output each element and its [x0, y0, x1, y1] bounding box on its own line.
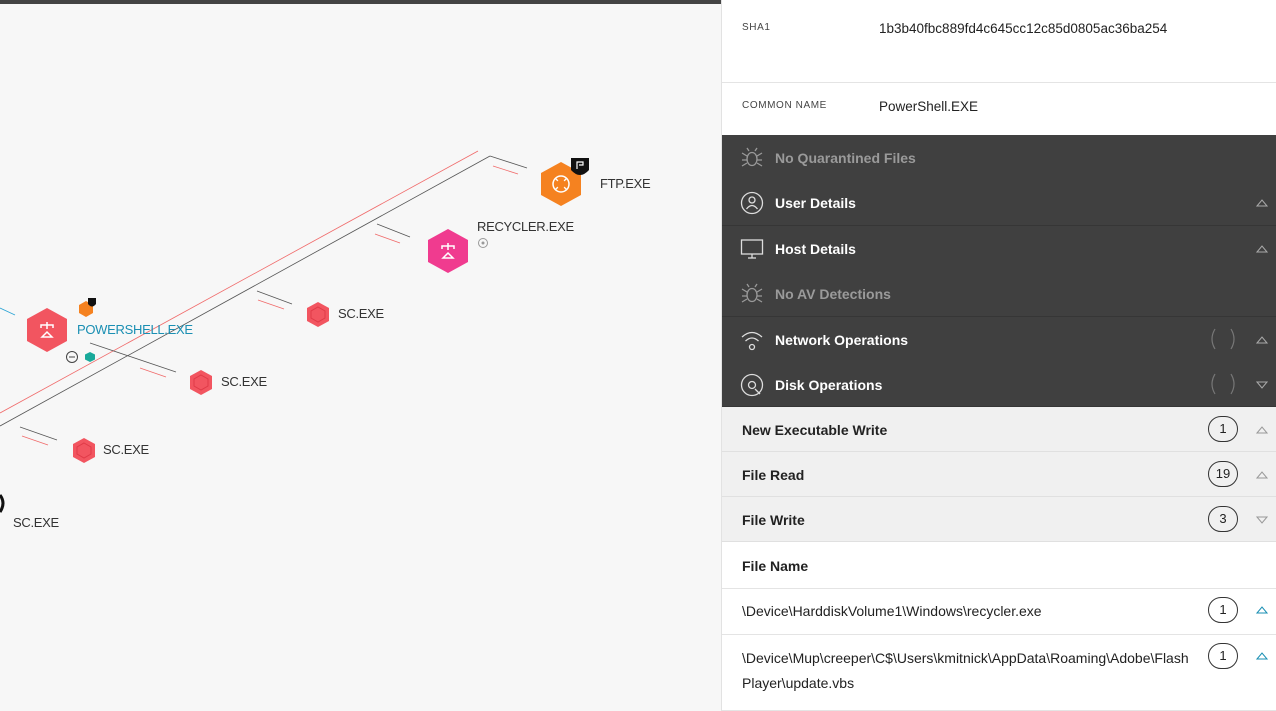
chevron-up-icon[interactable]: [1256, 470, 1268, 480]
disk-op-label: File Read: [742, 467, 805, 483]
count-badge: 3: [1208, 506, 1238, 532]
count-badge: 1: [1208, 643, 1238, 669]
edge-sc1-red: [257, 299, 285, 310]
loading-badge: [1211, 373, 1235, 395]
node-sc2: [190, 370, 212, 395]
user-icon: [740, 191, 764, 215]
sha1-value: 1b3b40fbc889fd4c645cc12c85d0805ac36ba254: [879, 21, 1168, 36]
chevron-up-icon[interactable]: [1256, 425, 1268, 435]
disk-op-file-write[interactable]: File Write 3: [722, 497, 1276, 542]
section-host-details[interactable]: Host Details: [722, 226, 1276, 272]
node-label-sc1[interactable]: SC.EXE: [338, 306, 384, 321]
section-disk-operations-label: Disk Operations: [775, 377, 883, 393]
file-path: \Device\Mup\creeper\C$\Users\kmitnick\Ap…: [742, 650, 1189, 691]
node-recycler: [428, 229, 488, 273]
sha1-row: SHA1 1b3b40fbc889fd4c645cc12c85d0805ac36…: [722, 0, 1276, 83]
loading-badge: [1211, 328, 1235, 350]
chevron-up-icon[interactable]: [1256, 198, 1268, 208]
chevron-up-icon[interactable]: [1256, 605, 1268, 615]
node-label-sc3[interactable]: SC.EXE: [103, 442, 149, 457]
file-name-column-header: File Name: [742, 558, 809, 574]
node-label-powershell[interactable]: POWERSHELL.EXE: [77, 322, 193, 337]
node-label-ftp[interactable]: FTP.EXE: [600, 176, 651, 191]
chevron-up-icon[interactable]: [1256, 335, 1268, 345]
process-graph[interactable]: FTP.EXE RECYCLER.EXE POWERSHELL.EXE SC.E…: [0, 0, 721, 711]
common-name-key: COMMON NAME: [742, 100, 827, 111]
count-badge: 19: [1208, 461, 1238, 487]
section-user-details[interactable]: User Details: [722, 180, 1276, 226]
common-name-value: PowerShell.EXE: [879, 99, 979, 114]
table-row[interactable]: \Device\Mup\creeper\C$\Users\kmitnick\Ap…: [722, 635, 1276, 711]
details-panel: SHA1 1b3b40fbc889fd4c645cc12c85d0805ac36…: [721, 0, 1276, 711]
count-badge: 1: [1208, 416, 1238, 442]
common-name-row: COMMON NAME PowerShell.EXE: [722, 83, 1276, 135]
node-label-sc4[interactable]: SC.EXE: [13, 515, 59, 530]
section-av-detections-label: No AV Detections: [775, 286, 891, 302]
chevron-down-icon[interactable]: [1256, 380, 1268, 390]
edge-ftp-grey: [489, 155, 528, 169]
sha1-key: SHA1: [742, 22, 771, 33]
chevron-down-icon[interactable]: [1256, 515, 1268, 525]
count-badge: 1: [1208, 597, 1238, 623]
edge-sc3-red: [21, 435, 49, 446]
section-av-detections: No AV Detections: [722, 271, 1276, 317]
disk-op-file-read[interactable]: File Read 19: [722, 452, 1276, 497]
monitor-icon: [740, 239, 764, 259]
disk-op-label: File Write: [742, 512, 805, 528]
wifi-icon: [741, 331, 763, 351]
table-row[interactable]: \Device\HarddiskVolume1\Windows\recycler…: [722, 589, 1276, 635]
node-sc1: [307, 302, 329, 327]
chevron-up-icon[interactable]: [1256, 651, 1268, 661]
disk-op-new-executable-write[interactable]: New Executable Write 1: [722, 407, 1276, 452]
node-sc4-partial: [0, 494, 5, 513]
edge-sc1-grey: [256, 290, 293, 305]
node-ftp: [541, 158, 589, 206]
disk-icon: [740, 373, 764, 397]
edge-blue: [0, 307, 16, 316]
edge-recycler-grey: [376, 223, 411, 238]
chevron-up-icon[interactable]: [1256, 244, 1268, 254]
bug-icon: [741, 283, 763, 303]
disk-op-label: New Executable Write: [742, 422, 888, 438]
node-label-sc2[interactable]: SC.EXE: [221, 374, 267, 389]
section-network-operations-label: Network Operations: [775, 332, 909, 348]
graph-edges: [0, 150, 589, 513]
edge-sc2-grey: [89, 342, 177, 373]
edge-sc3-grey: [19, 426, 58, 441]
edge-sc2-red: [139, 367, 167, 378]
node-label-recycler[interactable]: RECYCLER.EXE: [477, 219, 574, 234]
file-table-header: File Name: [722, 542, 1276, 589]
section-quarantined: No Quarantined Files: [722, 135, 1276, 181]
section-host-details-label: Host Details: [775, 241, 856, 257]
section-network-operations[interactable]: Network Operations: [722, 317, 1276, 363]
edge-ftp-red: [492, 165, 519, 175]
section-disk-operations[interactable]: Disk Operations: [722, 362, 1276, 407]
file-path: \Device\HarddiskVolume1\Windows\recycler…: [742, 603, 1042, 619]
edge-recycler-red: [374, 233, 401, 244]
node-sc3: [73, 438, 95, 463]
section-user-details-label: User Details: [775, 195, 856, 211]
bug-icon: [741, 147, 763, 167]
section-quarantined-label: No Quarantined Files: [775, 150, 916, 166]
